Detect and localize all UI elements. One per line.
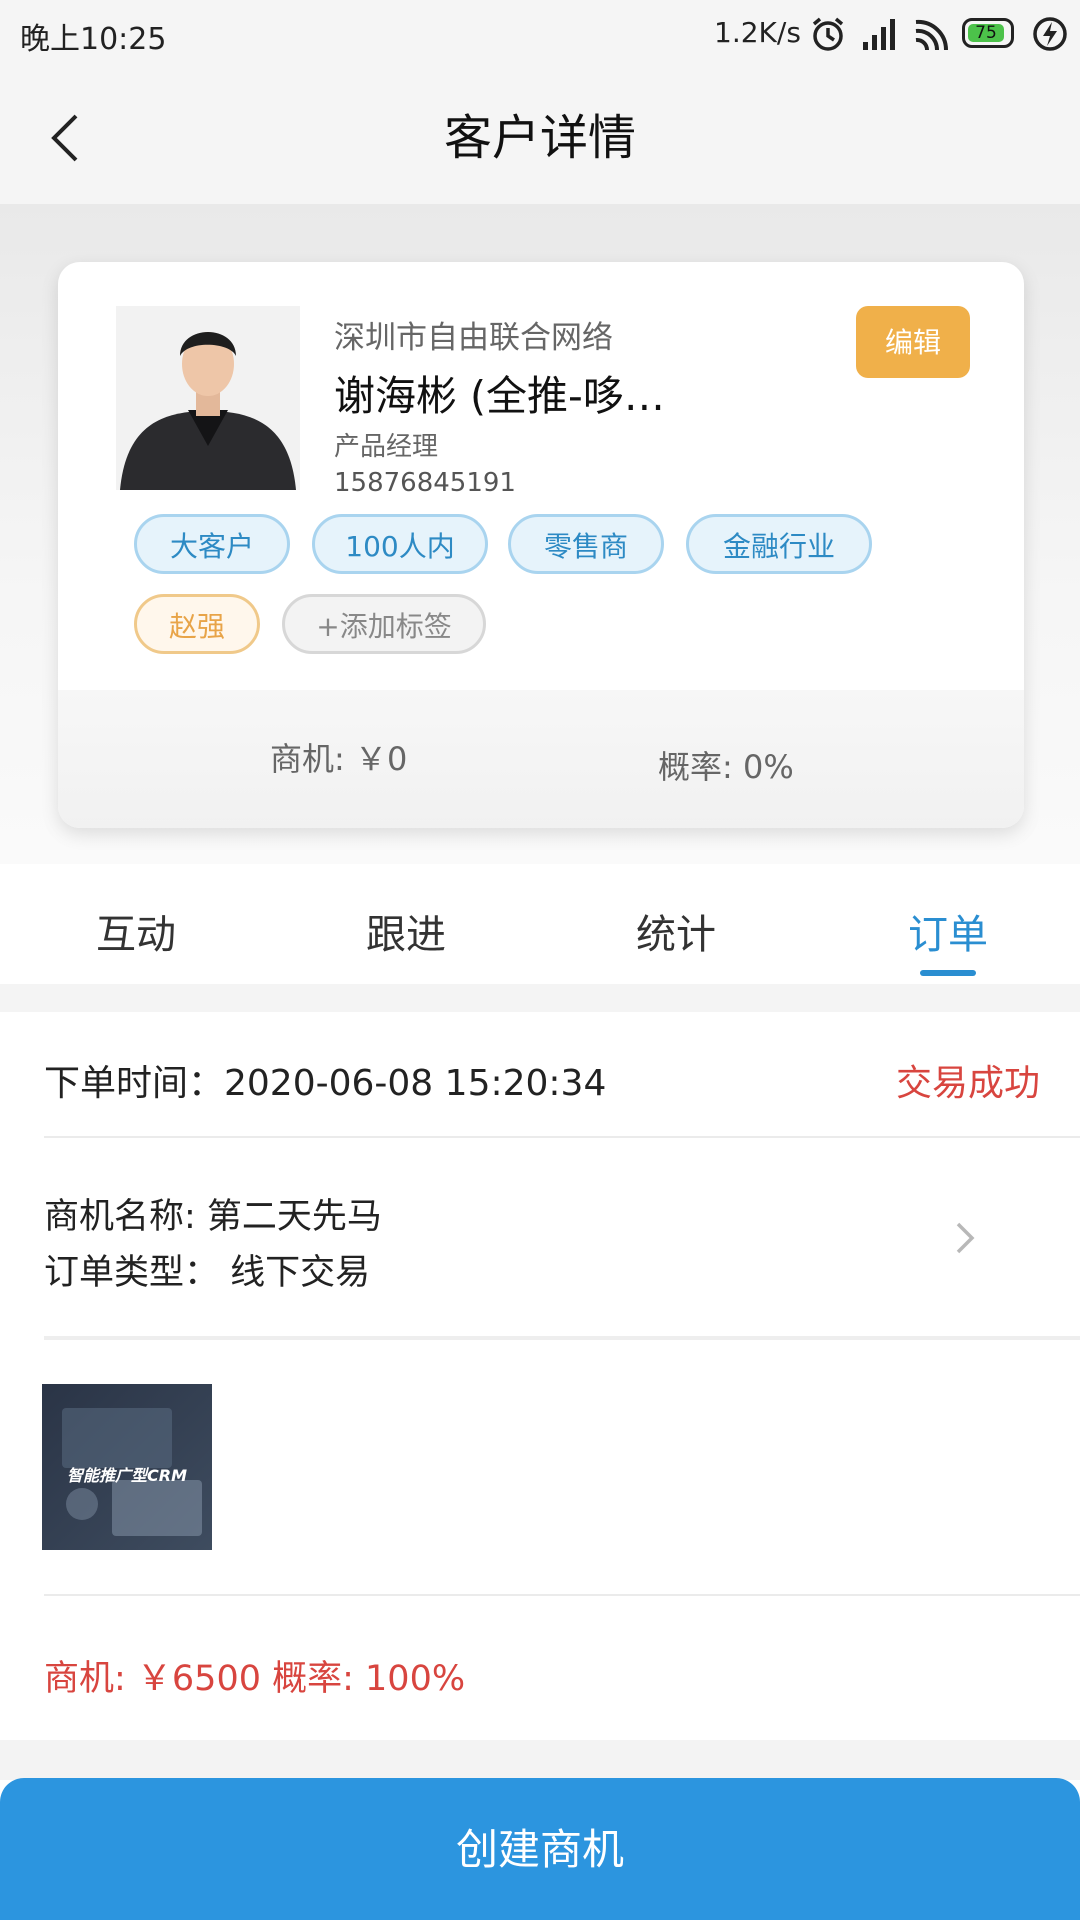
card-stats-band: [58, 690, 1024, 828]
tab-followup[interactable]: 跟进: [326, 902, 486, 960]
status-bar: 晚上10:25 1.2K/s 75: [0, 0, 1080, 72]
signal-icon: [863, 19, 895, 50]
nav-bar: 客户详情: [0, 72, 1080, 204]
footer-divider: [0, 1740, 1080, 1780]
status-time: 晚上10:25: [20, 22, 167, 57]
status-badge: 交易成功: [896, 1063, 1041, 1104]
tag-chip[interactable]: 金融行业: [686, 514, 872, 574]
battery-level: 75: [968, 24, 1004, 42]
avatar: [116, 306, 300, 490]
order-type: 订单类型： 线下交易: [44, 1253, 371, 1293]
customer-name: 谢海彬 (全推-哆…: [334, 372, 665, 420]
owner-tag[interactable]: 赵强: [134, 594, 260, 654]
tag-chip[interactable]: 大客户: [134, 514, 290, 574]
wifi-icon: [915, 19, 949, 51]
net-speed: 1.2K/s: [714, 16, 801, 49]
tab-interaction[interactable]: 互动: [56, 902, 216, 960]
chevron-right-icon: [956, 1222, 975, 1254]
probability: 概率: 0%: [658, 748, 794, 786]
charging-icon: [1033, 17, 1067, 51]
page-title: 客户详情: [443, 110, 636, 166]
order-summary: 商机: ￥6500 概率: 100%: [44, 1659, 466, 1699]
divider: [44, 1136, 1080, 1138]
opportunity-amount: 商机: ￥0: [270, 740, 408, 778]
edit-button[interactable]: 编辑: [856, 306, 970, 378]
divider: [44, 1594, 1080, 1596]
opportunity-name: 商机名称: 第二天先马: [44, 1197, 382, 1237]
alarm-icon: [812, 17, 844, 51]
order-time: 下单时间：2020-06-08 15:20:34: [44, 1063, 607, 1104]
tab-orders[interactable]: 订单: [868, 902, 1028, 960]
tab-bar: 互动 跟进 统计 订单: [0, 864, 1080, 984]
divider: [0, 984, 1080, 1012]
customer-card: 深圳市自由联合网络 谢海彬 (全推-哆… 产品经理 15876845191 编辑…: [58, 262, 1024, 828]
divider: [44, 1336, 1080, 1340]
add-tag-button[interactable]: +添加标签: [282, 594, 486, 654]
product-thumbnail[interactable]: 智能推广型CRM: [42, 1384, 212, 1550]
create-opportunity-button[interactable]: 创建商机: [0, 1778, 1080, 1920]
customer-phone[interactable]: 15876845191: [334, 468, 516, 498]
customer-position: 产品经理: [334, 432, 439, 462]
tab-statistics[interactable]: 统计: [596, 902, 756, 960]
tab-active-indicator: [920, 970, 976, 976]
tag-chip[interactable]: 零售商: [508, 514, 664, 574]
company-name: 深圳市自由联合网络: [334, 320, 613, 356]
thumbnail-caption: 智能推广型CRM: [67, 1466, 187, 1485]
battery-icon: 75: [962, 18, 1014, 48]
tag-chip[interactable]: 100人内: [312, 514, 488, 574]
